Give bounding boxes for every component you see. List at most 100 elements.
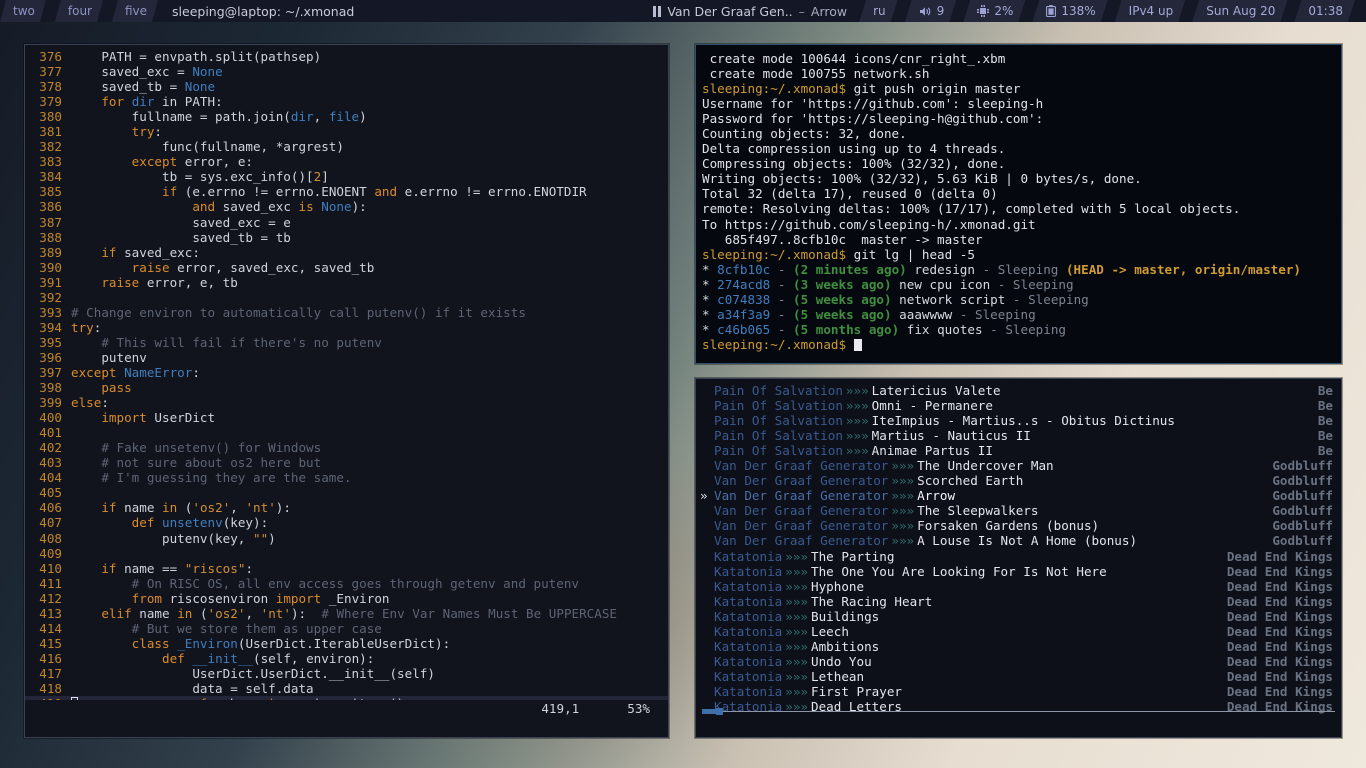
terminal-output[interactable]: create mode 100644 icons/cnr_right_.xbm … (696, 45, 1341, 356)
vim-text-buffer[interactable]: 376 PATH = envpath.split(pathsep) 377 sav… (25, 45, 668, 712)
status-segment-cpu[interactable]: 2% (963, 0, 1025, 22)
workspace-tag-four[interactable]: four (55, 0, 103, 22)
editor-line[interactable]: 406 if name in ('os2', 'nt'): (25, 500, 668, 515)
editor-line-code: def __init__(self, environ): (71, 651, 668, 666)
editor-line[interactable]: 387 saved_exc = e (25, 215, 668, 230)
playlist-row[interactable]: Katatonia»»» Ambitions Dead End Kings (700, 639, 1337, 654)
playlist-row[interactable]: Katatonia»»» Undo You Dead End Kings (700, 654, 1337, 669)
terminal-token: (3 weeks ago) (793, 276, 892, 292)
editor-line[interactable]: 393 # Change environ to automatically cal… (25, 305, 668, 320)
playlist-row[interactable]: Pain Of Salvation»»» IteImpius - Martius.… (700, 413, 1337, 428)
playlist-row[interactable]: Van Der Graaf Generator»»» Forsaken Garde… (700, 518, 1337, 533)
editor-line[interactable]: 389 if saved_exc: (25, 245, 668, 260)
editor-line[interactable]: 412 from riscosenviron import _Environ (25, 591, 668, 606)
editor-line[interactable]: 381 try: (25, 124, 668, 139)
code-token: ) (268, 530, 276, 546)
playlist-track-list[interactable]: Pain Of Salvation»»» Latericius Valete Be P… (696, 379, 1341, 714)
playlist-row[interactable]: Pain Of Salvation»»» Animae Partus II Be (700, 443, 1337, 458)
editor-line[interactable]: 380 fullname = path.join(dir, file) (25, 109, 668, 124)
scrollbar-knob[interactable] (716, 708, 723, 715)
code-token: # Fake unsetenv() for Windows (71, 440, 322, 456)
editor-line[interactable]: 417 UserDict.UserDict.__init__(self) (25, 666, 668, 681)
playlist-row[interactable]: Pain Of Salvation»»» Latericius Valete Be (700, 383, 1337, 398)
playlist-row[interactable]: Van Der Graaf Generator»»» Scorched Earth… (700, 473, 1337, 488)
editor-line[interactable]: 392 (25, 290, 668, 305)
playlist-artist: Van Der Graaf Generator (714, 503, 889, 519)
playlist-row[interactable]: Katatonia»»» The Racing Heart Dead End Kin… (700, 594, 1337, 609)
editor-line[interactable]: 376 PATH = envpath.split(pathsep) (25, 49, 668, 64)
ncmpcpp-playlist-window[interactable]: Pain Of Salvation»»» Latericius Valete Be P… (695, 378, 1342, 738)
editor-line[interactable]: 386 and saved_exc is None): (25, 199, 668, 214)
editor-line[interactable]: 388 saved_tb = tb (25, 230, 668, 245)
playlist-row[interactable]: Katatonia»»» The One You Are Looking For … (700, 564, 1337, 579)
editor-line[interactable]: 414 # But we store them as upper case (25, 621, 668, 636)
playlist-row[interactable]: Pain Of Salvation»»» Omni - Permanere Be (700, 398, 1337, 413)
editor-line[interactable]: 385 if (e.errno != errno.ENOENT and e.er… (25, 184, 668, 199)
playlist-row[interactable]: Katatonia»»» Lethean Dead End Kings (700, 669, 1337, 684)
now-playing-indicator[interactable]: Van Der Graaf Gen.. – Arrow (652, 4, 847, 19)
workspace-tag-five[interactable]: five (112, 0, 158, 22)
playlist-row[interactable]: Pain Of Salvation»»» Martius - Nauticus I… (700, 428, 1337, 443)
editor-line[interactable]: 405 (25, 485, 668, 500)
editor-line[interactable]: 398 pass (25, 380, 668, 395)
playlist-row[interactable]: Katatonia»»» Hyphone Dead End Kings (700, 579, 1337, 594)
playlist-artist: Pain Of Salvation (714, 398, 843, 414)
editor-line[interactable]: 390 raise error, saved_exc, saved_tb (25, 260, 668, 275)
editor-line[interactable]: 416 def __init__(self, environ): (25, 651, 668, 666)
editor-line[interactable]: 379 for dir in PATH: (25, 94, 668, 109)
playlist-row[interactable]: Van Der Graaf Generator»»» The Sleepwalke… (700, 503, 1337, 518)
playlist-row[interactable]: Van Der Graaf Generator»»» A Louse Is Not… (700, 533, 1337, 548)
code-token: error, e: (177, 154, 253, 170)
editor-line[interactable]: 411 # On RISC OS, all env access goes th… (25, 576, 668, 591)
editor-line[interactable]: 400 import UserDict (25, 410, 668, 425)
playlist-artist: Katatonia (714, 638, 783, 654)
code-token: : (245, 560, 254, 576)
workspace-tag-two[interactable]: two (0, 0, 46, 22)
editor-line[interactable]: 377 saved_exc = None (25, 64, 668, 79)
editor-line[interactable]: 396 putenv (25, 350, 668, 365)
editor-line[interactable]: 395 # This will fail if there's no puten… (25, 335, 668, 350)
editor-line[interactable]: 401 (25, 425, 668, 440)
code-token: ) (359, 109, 367, 125)
playlist-row[interactable]: » Van Der Graaf Generator»»» Arrow Godbluff (700, 488, 1337, 503)
code-token: "" (252, 530, 269, 546)
editor-line[interactable]: 378 saved_tb = None (25, 79, 668, 94)
editor-line[interactable]: 418 data = self.data (25, 681, 668, 696)
terminal-line: Password for 'https://sleeping-h@github.… (702, 111, 1335, 126)
editor-line[interactable]: 413 elif name in ('os2', 'nt'): # Where … (25, 606, 668, 621)
status-segment-keyboard-layout[interactable]: ru (859, 0, 898, 22)
terminal-window[interactable]: create mode 100644 icons/cnr_right_.xbm … (695, 44, 1342, 364)
status-segment-volume[interactable]: 9 (905, 0, 957, 22)
editor-line[interactable]: 382 func(fullname, *argrest) (25, 139, 668, 154)
status-segment-date[interactable]: Sun Aug 20 (1192, 0, 1287, 22)
editor-line[interactable]: 407 def unsetenv(key): (25, 515, 668, 530)
playlist-row[interactable]: Katatonia»»» Buildings Dead End Kings (700, 609, 1337, 624)
editor-line[interactable]: 415 class _Environ(UserDict.IterableUser… (25, 636, 668, 651)
editor-line[interactable]: 403 # not sure about os2 here but (25, 455, 668, 470)
editor-line[interactable]: 399 else: (25, 395, 668, 410)
status-segment-clock[interactable]: 01:38 (1294, 0, 1355, 22)
playlist-row[interactable]: Katatonia»»» The Parting Dead End Kings (700, 549, 1337, 564)
editor-line[interactable]: 391 raise error, e, tb (25, 275, 668, 290)
playlist-row[interactable]: Katatonia»»» Leech Dead End Kings (700, 624, 1337, 639)
vim-editor-window[interactable]: 376 PATH = envpath.split(pathsep) 377 sav… (24, 44, 669, 738)
editor-line[interactable]: 397 except NameError: (25, 365, 668, 380)
status-segment-battery[interactable]: 138% (1032, 0, 1107, 22)
terminal-prompt-line[interactable]: sleeping:~/.xmonad$ (702, 337, 1335, 352)
editor-line[interactable]: 384 tb = sys.exc_info()[2] (25, 169, 668, 184)
status-segment-network[interactable]: IPv4 up (1115, 0, 1186, 22)
editor-line[interactable]: 404 # I'm guessing they are the same. (25, 470, 668, 485)
editor-line-number: 376 (39, 49, 62, 64)
editor-line[interactable]: 402 # Fake unsetenv() for Windows (25, 440, 668, 455)
playlist-row[interactable]: Katatonia»»» First Prayer Dead End Kings (700, 684, 1337, 699)
editor-line[interactable]: 409 (25, 546, 668, 561)
editor-line[interactable]: 410 if name == "riscos": (25, 561, 668, 576)
playlist-scrollbar[interactable] (702, 708, 1335, 715)
editor-line[interactable]: 408 putenv(key, "") (25, 531, 668, 546)
playlist-title: Scorched Earth (917, 473, 1024, 489)
playlist-row[interactable]: Van Der Graaf Generator»»» The Undercover… (700, 458, 1337, 473)
editor-line[interactable]: 394 try: (25, 320, 668, 335)
pause-icon[interactable] (652, 5, 662, 17)
editor-line[interactable]: 383 except error, e: (25, 154, 668, 169)
